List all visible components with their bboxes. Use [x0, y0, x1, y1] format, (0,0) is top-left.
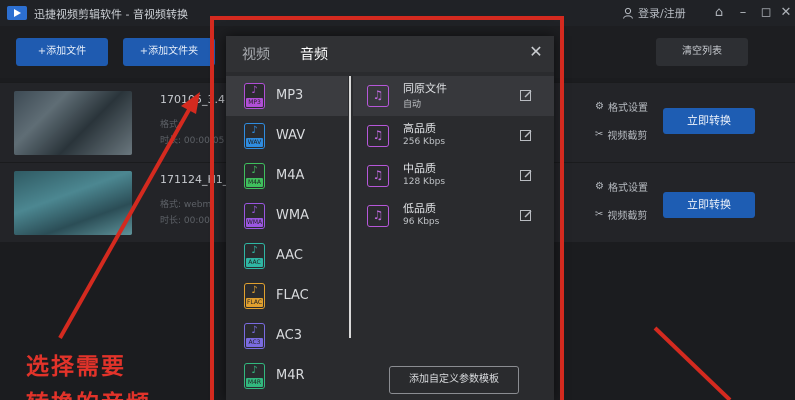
app-logo-icon	[7, 6, 27, 20]
video-thumbnail	[14, 91, 132, 155]
scissors-icon: ✂	[595, 209, 604, 220]
close-window-button[interactable]: ✕	[778, 5, 794, 21]
clear-list-button[interactable]: 清空列表	[656, 38, 748, 66]
add-folder-button[interactable]: +添加文件夹	[123, 38, 215, 66]
video-clip-link[interactable]: ✂ 视频截剪	[595, 127, 647, 142]
video-clip-label: 视频截剪	[607, 211, 648, 222]
maximize-button[interactable]: ◻	[758, 5, 774, 21]
format-settings-label: 格式设置	[607, 183, 648, 194]
annotation-text: 选择需要	[26, 354, 126, 380]
convert-now-button[interactable]: 立即转换	[663, 192, 755, 218]
gear-icon: ⚙	[595, 181, 604, 192]
file-format: 格式:	[160, 120, 182, 130]
video-thumbnail	[14, 171, 132, 235]
file-duration: 时长: 00:00:	[160, 216, 213, 226]
app-title: 迅捷视频剪辑软件 - 音视频转换	[34, 8, 188, 21]
home-icon[interactable]: ⌂	[711, 5, 727, 21]
add-file-button[interactable]: +添加文件	[16, 38, 108, 66]
file-format: 格式: webm	[160, 200, 212, 210]
format-settings-link[interactable]: ⚙ 格式设置	[595, 99, 648, 114]
video-clip-label: 视频截剪	[607, 131, 648, 142]
gear-icon: ⚙	[595, 101, 604, 112]
convert-now-button[interactable]: 立即转换	[663, 108, 755, 134]
format-settings-link[interactable]: ⚙ 格式设置	[595, 179, 648, 194]
user-icon	[623, 7, 633, 19]
scissors-icon: ✂	[595, 129, 604, 140]
minimize-button[interactable]: –	[735, 5, 751, 21]
format-settings-label: 格式设置	[607, 103, 648, 114]
login-label: 登录/注册	[638, 7, 686, 20]
highlight-box	[210, 16, 564, 400]
login-link[interactable]: 登录/注册	[622, 5, 686, 21]
annotation-text: 转换的音频	[26, 384, 151, 400]
video-clip-link[interactable]: ✂ 视频截剪	[595, 207, 647, 222]
